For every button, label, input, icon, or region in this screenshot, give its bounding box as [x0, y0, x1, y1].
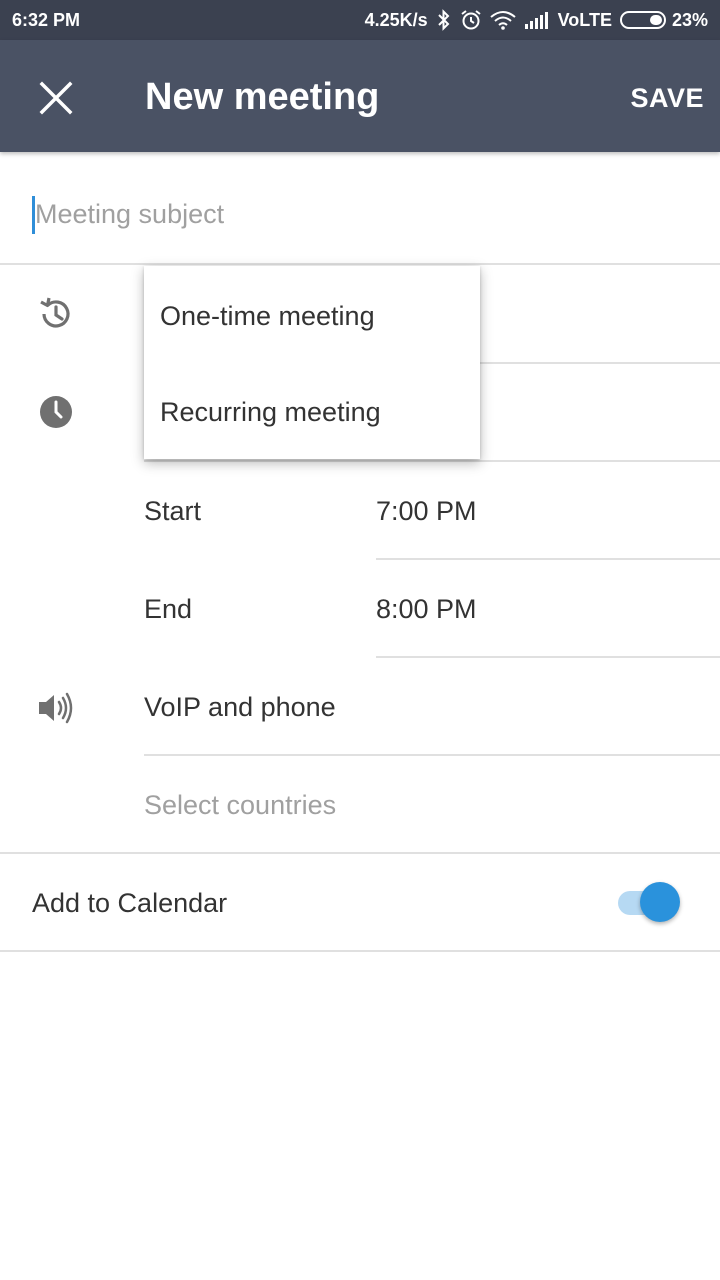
save-button[interactable]: SAVE	[630, 78, 704, 118]
status-time: 6:32 PM	[12, 9, 81, 30]
divider	[144, 754, 720, 756]
alarm-icon	[460, 9, 482, 31]
app-bar: New meeting SAVE	[0, 40, 720, 152]
speaker-icon	[36, 688, 76, 728]
status-bar: 6:32 PM 4.25K/s VoLTE 23%	[0, 0, 720, 40]
battery-level: 23%	[671, 9, 708, 30]
bluetooth-icon	[436, 9, 452, 31]
signal-icon	[524, 11, 550, 29]
subject-row	[0, 152, 720, 265]
battery-icon: 23%	[619, 9, 708, 31]
audio-option[interactable]: VoIP and phone	[144, 689, 336, 725]
select-countries-field[interactable]: Select countries	[144, 787, 336, 823]
end-time-field[interactable]: 8:00 PM	[376, 591, 477, 627]
close-icon	[39, 81, 73, 115]
history-icon	[36, 294, 76, 334]
divider	[0, 852, 720, 854]
start-time-field[interactable]: 7:00 PM	[376, 493, 477, 529]
start-label: Start	[144, 496, 202, 526]
add-to-calendar-label: Add to Calendar	[32, 888, 228, 918]
meeting-type-menu: One-time meeting Recurring meeting	[144, 266, 480, 459]
menu-item-one-time[interactable]: One-time meeting	[144, 268, 480, 364]
meeting-subject-input[interactable]	[35, 192, 675, 236]
end-label: End	[144, 594, 193, 624]
divider	[0, 950, 720, 952]
page-title: New meeting	[145, 76, 380, 118]
clock-icon	[36, 392, 76, 432]
network-type: VoLTE	[557, 9, 612, 30]
divider	[376, 656, 720, 658]
toggle-knob	[640, 882, 680, 922]
add-to-calendar-toggle[interactable]	[616, 882, 682, 922]
wifi-icon	[490, 10, 516, 30]
divider	[376, 558, 720, 560]
network-speed: 4.25K/s	[364, 9, 428, 30]
close-button[interactable]	[32, 74, 80, 122]
menu-item-recurring[interactable]: Recurring meeting	[144, 364, 480, 460]
divider	[144, 460, 720, 462]
